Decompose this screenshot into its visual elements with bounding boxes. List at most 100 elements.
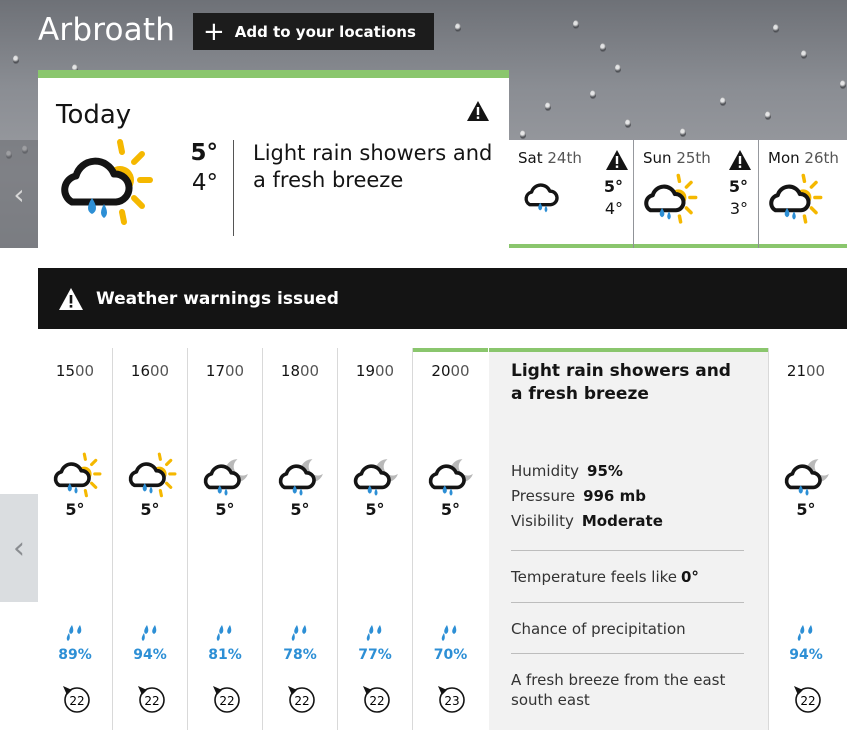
- hour-temperature: 5°: [140, 500, 160, 519]
- hour-temperature: 5°: [290, 500, 310, 519]
- hour-time: 1600: [130, 362, 170, 380]
- sun-rain-icon: [54, 136, 154, 236]
- hour-temperature: 5°: [796, 500, 816, 519]
- pressure-row: Pressure 996 mb: [511, 487, 646, 505]
- day-card-sat[interactable]: Sat 24th 5° 4°: [509, 140, 633, 248]
- day-card-sun[interactable]: Sun 25th 5° 3°: [634, 140, 758, 248]
- wind-direction-icon: 22: [136, 684, 166, 714]
- hour-time: 1500: [55, 362, 95, 380]
- divider: [511, 653, 744, 654]
- svg-text:22: 22: [69, 694, 84, 708]
- svg-text:22: 22: [369, 694, 384, 708]
- chevron-left-icon: ‹: [13, 177, 25, 211]
- precipitation-chance: 78%: [283, 647, 317, 663]
- today-description: Light rain showers and a fresh breeze: [253, 141, 493, 192]
- divider: [511, 550, 744, 551]
- warning-icon: [59, 287, 83, 310]
- raindrops-icon: [291, 624, 311, 642]
- hour-details-panel: Light rain showers and a fresh breeze Hu…: [489, 348, 768, 730]
- today-label: Today: [56, 100, 132, 130]
- visibility-row: Visibility Moderate: [511, 512, 663, 530]
- precipitation-chance: 77%: [358, 647, 392, 663]
- chevron-left-icon: ‹: [13, 530, 25, 566]
- hour-temperature: 5°: [440, 500, 461, 519]
- add-location-label: Add to your locations: [234, 22, 416, 41]
- hour-temperature: 5°: [215, 500, 235, 519]
- svg-text:22: 22: [800, 694, 815, 708]
- today-temperatures: 5° 4°: [178, 138, 218, 198]
- feels-like-row: Temperature feels like 0°: [511, 568, 699, 586]
- svg-text:23: 23: [444, 694, 459, 708]
- divider: [511, 602, 744, 603]
- today-card[interactable]: Today 5° 4° Light rain showers and a fre…: [38, 70, 509, 248]
- weather-warnings-banner[interactable]: Weather warnings issued: [38, 268, 847, 329]
- day-name: Mon 26th: [768, 149, 839, 167]
- precipitation-chance: 81%: [208, 647, 242, 663]
- raindrops-icon: [441, 624, 461, 642]
- day-name: Sat 24th: [518, 149, 582, 167]
- precipitation-chance: 94%: [789, 647, 823, 663]
- previous-day-button[interactable]: ‹: [0, 140, 38, 248]
- precipitation-row: Chance of precipitation: [511, 620, 686, 638]
- wind-direction-icon: 22: [361, 684, 391, 714]
- location-header: Arbroath + Add to your locations ‹ Today…: [0, 0, 847, 248]
- moon-rain-icon: [781, 451, 833, 503]
- hour-time: 1900: [355, 362, 395, 380]
- location-title: Arbroath: [38, 12, 176, 48]
- warning-icon: [728, 149, 752, 171]
- moon-rain-icon: [425, 451, 477, 503]
- today-low: 4°: [191, 170, 218, 196]
- wind-direction-icon: 23: [436, 684, 466, 714]
- hourly-forecast: 1500 5° 89% 22 1600 5° 94% 22 1700 5° 81…: [38, 348, 847, 730]
- wind-direction-icon: 22: [61, 684, 91, 714]
- hour-time: 1700: [205, 362, 245, 380]
- svg-text:22: 22: [294, 694, 309, 708]
- day-temperatures: 5° 3°: [728, 177, 748, 218]
- hour-column-selected[interactable]: 2000 5° 70% 23: [413, 348, 488, 730]
- wind-direction-icon: 22: [211, 684, 241, 714]
- divider: [233, 140, 234, 236]
- hour-column[interactable]: 1800 5° 78% 22: [263, 348, 338, 730]
- day-name: Sun 25th: [643, 149, 711, 167]
- warning-icon: [605, 149, 629, 171]
- warning-icon: [466, 100, 490, 122]
- rain-cloud-icon: [521, 172, 569, 220]
- raindrops-icon: [141, 624, 161, 642]
- today-high: 5°: [190, 140, 218, 166]
- hour-column[interactable]: 1500 5° 89% 22: [38, 348, 113, 730]
- humidity-row: Humidity 95%: [511, 462, 623, 480]
- precipitation-chance: 89%: [58, 647, 92, 663]
- add-location-button[interactable]: + Add to your locations: [193, 13, 434, 50]
- svg-text:22: 22: [144, 694, 159, 708]
- wind-direction-icon: 22: [792, 684, 822, 714]
- svg-text:22: 22: [219, 694, 234, 708]
- moon-rain-icon: [350, 451, 402, 503]
- precipitation-chance: 70%: [433, 647, 468, 663]
- wind-direction-icon: 22: [286, 684, 316, 714]
- raindrops-icon: [66, 624, 86, 642]
- raindrops-icon: [797, 624, 817, 642]
- sun-rain-icon: [765, 172, 823, 230]
- moon-rain-icon: [200, 451, 252, 503]
- raindrops-icon: [366, 624, 386, 642]
- hour-time: 2100: [786, 362, 826, 380]
- plus-icon: +: [203, 16, 225, 47]
- hour-time: 1800: [280, 362, 320, 380]
- raindrops-icon: [216, 624, 236, 642]
- hour-column[interactable]: 2100 5° 94% 22: [768, 348, 843, 730]
- sun-rain-icon: [50, 451, 102, 503]
- moon-rain-icon: [275, 451, 327, 503]
- hour-temperature: 5°: [365, 500, 385, 519]
- weather-warnings-label: Weather warnings issued: [96, 288, 339, 309]
- previous-hours-button[interactable]: ‹: [0, 494, 38, 602]
- day-card-mon[interactable]: Mon 26th: [759, 140, 847, 248]
- hour-temperature: 5°: [65, 500, 85, 519]
- hour-time: 2000: [431, 362, 470, 380]
- precipitation-chance: 94%: [133, 647, 167, 663]
- sun-rain-icon: [640, 172, 698, 230]
- day-temperatures: 5° 4°: [603, 177, 623, 218]
- hour-column[interactable]: 1700 5° 81% 22: [188, 348, 263, 730]
- hour-column[interactable]: 1900 5° 77% 22: [338, 348, 413, 730]
- details-title: Light rain showers and a fresh breeze: [511, 361, 731, 404]
- hour-column[interactable]: 1600 5° 94% 22: [113, 348, 188, 730]
